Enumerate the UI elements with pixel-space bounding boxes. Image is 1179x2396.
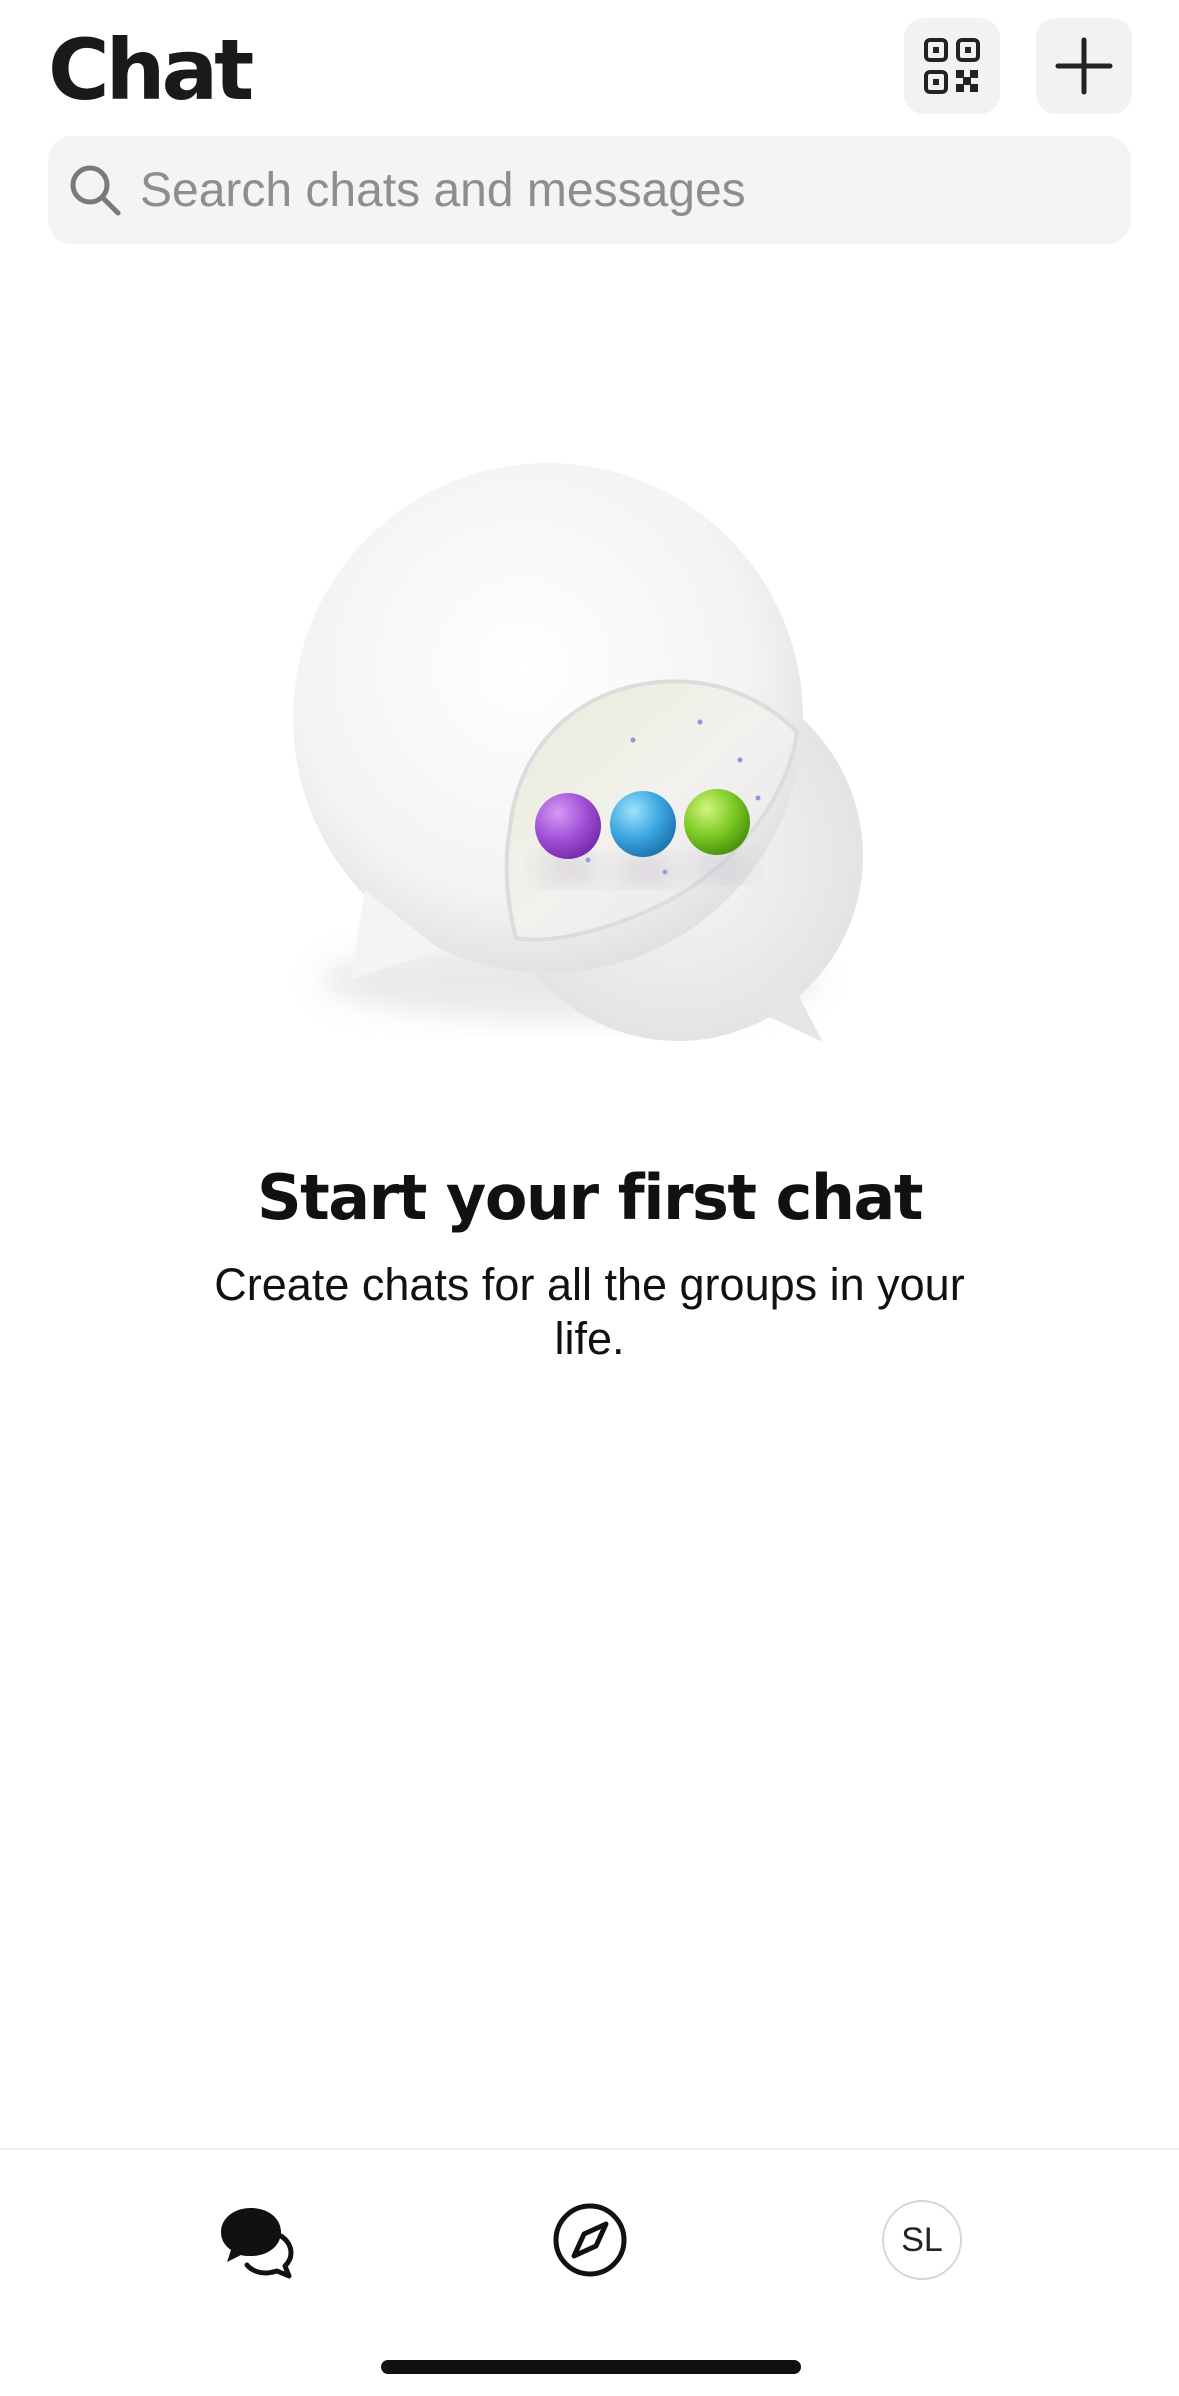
chat-bubbles-icon (221, 2208, 294, 2279)
search-icon (68, 163, 122, 217)
chat-bubbles-illustration (293, 463, 863, 1042)
qr-code-icon (924, 38, 980, 94)
nav-chats-tab[interactable] (205, 2190, 305, 2290)
compass-icon (553, 2203, 627, 2277)
qr-code-button[interactable] (904, 18, 1000, 114)
empty-state-title: Start your first chat (256, 1161, 924, 1234)
bottom-nav: SL (0, 2148, 1179, 2396)
search-input[interactable] (140, 150, 1100, 230)
home-indicator (381, 2360, 801, 2374)
plus-icon (1055, 37, 1113, 95)
empty-state-subtitle: Create chats for all the groups in your … (214, 1259, 965, 1364)
search-bar[interactable] (48, 136, 1131, 244)
new-chat-button[interactable] (1036, 18, 1132, 114)
nav-explore-tab[interactable] (540, 2190, 640, 2290)
nav-profile-tab[interactable]: SL (872, 2190, 972, 2290)
page-title: Chat (48, 21, 254, 119)
avatar: SL (882, 2200, 962, 2280)
chat-screen: Chat Search chats and messages Start you… (0, 0, 1179, 2396)
header: Chat (0, 0, 1179, 130)
